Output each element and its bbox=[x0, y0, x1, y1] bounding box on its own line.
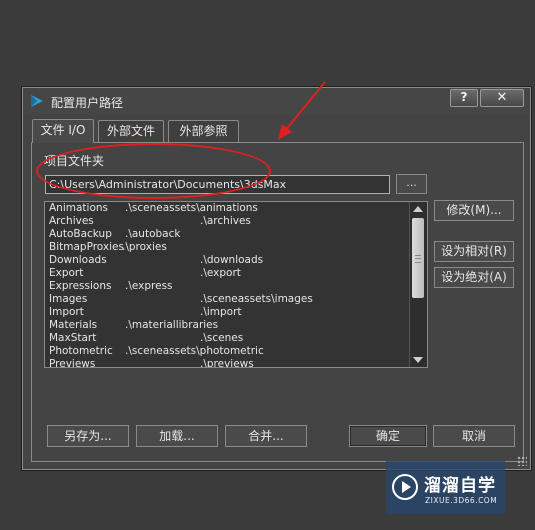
path-category-name: Animations bbox=[49, 202, 109, 214]
scroll-down-arrow-icon[interactable] bbox=[413, 357, 423, 363]
tab-xrefs[interactable]: 外部参照 bbox=[168, 120, 239, 142]
list-scrollbar[interactable] bbox=[409, 202, 427, 367]
path-list-item[interactable]: Expressions .\express bbox=[48, 280, 410, 293]
path-value: .\sceneassets\photometric bbox=[125, 345, 264, 357]
3dsmax-app-icon bbox=[31, 95, 43, 107]
modify-button[interactable]: 修改(M)... bbox=[434, 200, 514, 221]
path-list[interactable]: Animations .\sceneassets\animations Archiv… bbox=[44, 201, 428, 368]
path-category-name: Import bbox=[49, 306, 84, 318]
path-value: .\downloads bbox=[200, 254, 264, 266]
path-list-item[interactable]: Archives .\archives bbox=[48, 215, 410, 228]
path-list-item[interactable]: AutoBackup .\autoback bbox=[48, 228, 410, 241]
ok-button[interactable]: 确定 bbox=[349, 425, 427, 447]
path-value: .\materiallibraries bbox=[125, 319, 219, 331]
play-logo-icon bbox=[392, 474, 418, 500]
path-value: .\previews bbox=[200, 358, 254, 367]
window-title: 配置用户路径 bbox=[51, 96, 124, 110]
path-value: .\scenes bbox=[200, 332, 244, 344]
watermark-url: ZIXUE.3D66.COM bbox=[425, 496, 498, 505]
path-category-name: Previews bbox=[49, 358, 96, 367]
path-category-name: Downloads bbox=[49, 254, 107, 266]
path-value: .\import bbox=[200, 306, 242, 318]
make-relative-button[interactable]: 设为相对(R) bbox=[434, 241, 514, 262]
load-button[interactable]: 加载... bbox=[136, 425, 218, 447]
save-as-button[interactable]: 另存为... bbox=[47, 425, 129, 447]
path-category-name: Materials bbox=[49, 319, 98, 331]
watermark-brand: 溜溜自学 bbox=[424, 476, 496, 496]
close-button[interactable]: ✕ bbox=[480, 89, 524, 107]
browse-button[interactable]: ... bbox=[396, 174, 427, 194]
path-list-item[interactable]: Downloads .\downloads bbox=[48, 254, 410, 267]
path-list-item[interactable]: Animations .\sceneassets\animations bbox=[48, 202, 410, 215]
merge-button[interactable]: 合并... bbox=[225, 425, 307, 447]
path-list-item[interactable]: Export .\export bbox=[48, 267, 410, 280]
path-category-name: MaxStart bbox=[49, 332, 97, 344]
path-category-name: Archives bbox=[49, 215, 94, 227]
scroll-up-arrow-icon[interactable] bbox=[413, 206, 423, 212]
watermark: 溜溜自学 ZIXUE.3D66.COM bbox=[386, 461, 505, 514]
path-list-item[interactable]: Import .\import bbox=[48, 306, 410, 319]
resize-grip-icon[interactable] bbox=[517, 456, 527, 466]
path-value: .\archives bbox=[200, 215, 251, 227]
path-category-name: Export bbox=[49, 267, 84, 279]
tab-external-files[interactable]: 外部文件 bbox=[98, 120, 164, 142]
path-category-name: BitmapProxies bbox=[49, 241, 124, 253]
cancel-button[interactable]: 取消 bbox=[433, 425, 515, 447]
path-list-rows: Animations .\sceneassets\animations Archiv… bbox=[48, 202, 410, 367]
path-value: .\sceneassets\animations bbox=[125, 202, 258, 214]
path-list-item[interactable]: BitmapProxies .\proxies bbox=[48, 241, 410, 254]
path-list-item[interactable]: Images .\sceneassets\images bbox=[48, 293, 410, 306]
help-button[interactable]: ? bbox=[450, 89, 478, 107]
path-value: .\export bbox=[200, 267, 241, 279]
path-category-name: Images bbox=[49, 293, 88, 305]
scroll-thumb[interactable] bbox=[412, 218, 424, 298]
path-value: .\proxies bbox=[122, 241, 167, 253]
path-list-item[interactable]: Photometric .\sceneassets\photometric bbox=[48, 345, 410, 358]
path-category-name: Photometric bbox=[49, 345, 113, 357]
make-absolute-button[interactable]: 设为绝对(A) bbox=[434, 267, 514, 288]
path-list-item[interactable]: MaxStart .\scenes bbox=[48, 332, 410, 345]
path-value: .\autoback bbox=[125, 228, 181, 240]
highlight-ellipse bbox=[36, 143, 271, 199]
path-list-item[interactable]: Previews .\previews bbox=[48, 358, 410, 367]
path-category-name: Expressions bbox=[49, 280, 112, 292]
path-list-item[interactable]: Materials .\materiallibraries bbox=[48, 319, 410, 332]
grip-icon bbox=[415, 255, 421, 263]
path-value: .\sceneassets\images bbox=[200, 293, 313, 305]
path-category-name: AutoBackup bbox=[49, 228, 112, 240]
tab-file-io[interactable]: 文件 I/O bbox=[32, 119, 94, 143]
annotation-arrow-icon bbox=[278, 81, 326, 140]
path-value: .\express bbox=[125, 280, 173, 292]
